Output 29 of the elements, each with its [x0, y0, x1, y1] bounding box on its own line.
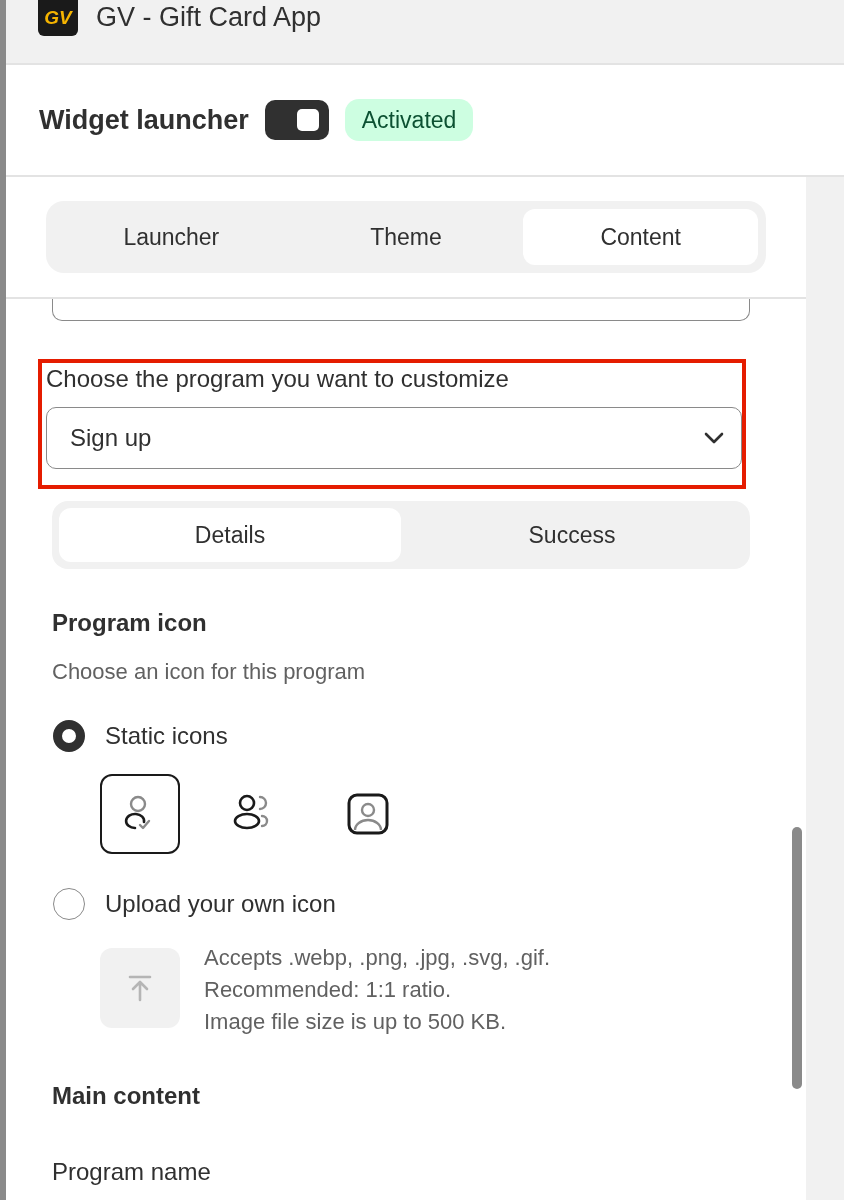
select-field[interactable]: Sign up [46, 407, 742, 469]
radio-button[interactable] [53, 888, 85, 920]
tab[interactable]: Theme [288, 209, 524, 265]
help-text: Recommended: 1:1 ratio. [204, 976, 453, 1004]
section-heading: Program icon [52, 608, 208, 638]
field-label: Program name [52, 1157, 212, 1187]
tab[interactable]: Launcher [54, 209, 289, 265]
radio-button[interactable] [53, 720, 85, 752]
toggle-switch[interactable] [264, 100, 329, 140]
upload-icon [127, 974, 153, 1002]
option-label: Upload your own icon [105, 889, 336, 919]
status-badge: Activated [344, 98, 474, 142]
help-text: Accepts .webp, .png, .jpg, .svg, .gif. [204, 944, 551, 972]
person-square-icon [346, 792, 390, 836]
section-title: Widget launcher [39, 103, 249, 137]
tab[interactable]: Success [401, 508, 743, 562]
scrollbar-thumb[interactable] [792, 827, 802, 1089]
option-label: Static icons [105, 721, 228, 751]
app-title: GV - Gift Card App [96, 1, 322, 34]
tab[interactable]: Content [523, 209, 758, 265]
chevron-down-icon [703, 431, 725, 445]
icon-option[interactable] [100, 774, 180, 854]
tab[interactable]: Details [59, 508, 401, 562]
help-text: Choose an icon for this program [52, 658, 367, 686]
app-logo: GV [38, 0, 78, 36]
field-label: Choose the program you want to customize [46, 364, 510, 394]
text-field[interactable] [52, 299, 750, 321]
section-heading: Main content [52, 1081, 201, 1111]
help-text: Image file size is up to 500 KB. [204, 1008, 508, 1036]
